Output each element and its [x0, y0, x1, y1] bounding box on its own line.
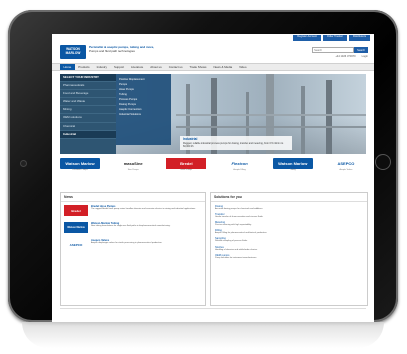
- website-screen: Register Account Order Tracker Distribut…: [52, 34, 374, 322]
- news-thumb: Watson Marlow: [64, 222, 88, 233]
- news-heading: News: [61, 193, 205, 202]
- industry-side-menu: SELECT YOUR INDUSTRY Pharmaceuticals Foo…: [60, 74, 116, 154]
- tablet-reflection: [22, 322, 384, 348]
- brand-watson-marlow-tubing: Watson Marlow: [272, 158, 313, 169]
- nav-about[interactable]: About us: [147, 64, 165, 70]
- brand-caption: Peristaltic Pumps: [72, 169, 88, 171]
- solution-text: Aseptic filling for pharmaceutical and b…: [215, 232, 267, 235]
- solutions-panel: Solutions for you Dosing Accurate dosing …: [210, 192, 368, 306]
- news-summary: Aseptic diaphragm valves for sterile pro…: [91, 242, 163, 244]
- solution-item[interactable]: Transfer Gentle transfer of shear-sensiti…: [211, 213, 367, 219]
- header-utility: +44 1326 370370 Login: [335, 55, 368, 58]
- solution-text: Accurate dosing pumps for chemicals and …: [215, 207, 263, 210]
- solution-item[interactable]: Sampling Reliable sampling of process flu…: [211, 237, 367, 243]
- tagline-line2: Pumps and fluid path technologies: [89, 48, 135, 53]
- news-item[interactable]: Watson Marlow Watson-Marlow Tubing New t…: [61, 219, 205, 236]
- side-item-pharma[interactable]: Pharmaceuticals: [60, 82, 116, 91]
- search-button[interactable]: Search: [354, 47, 368, 53]
- brand-logo[interactable]: masoSine Sine Pumps: [113, 158, 153, 184]
- solutions-heading: Solutions for you: [211, 193, 367, 202]
- solution-text: Pump solutions for instrument manufactur…: [215, 256, 257, 259]
- nav-trade-shows[interactable]: Trade Shows: [186, 64, 210, 70]
- side-item-mining[interactable]: Mining: [60, 106, 116, 115]
- top-utility-bar: Register Account Order Tracker Distribut…: [52, 34, 374, 41]
- camera-dot: [20, 160, 27, 167]
- brand-caption: Hose Pumps: [180, 169, 193, 171]
- side-item-oem[interactable]: OEM solutions: [60, 114, 116, 123]
- login-link[interactable]: Login: [362, 55, 368, 58]
- brand-logo[interactable]: Watson Marlow Tubing: [272, 158, 313, 184]
- brand-caption: Tubing: [289, 169, 296, 171]
- brand-caption: Aseptic Filling: [233, 169, 246, 171]
- industry-submenu: Positive Displacement Pumps Hose Pumps T…: [116, 74, 171, 145]
- search-input[interactable]: [312, 47, 355, 53]
- solution-item[interactable]: Filling Aseptic filling for pharmaceutica…: [211, 229, 367, 235]
- news-thumb: Bredel: [64, 205, 88, 216]
- search-box: Search: [312, 47, 368, 53]
- solution-item[interactable]: OEM pumps Pump solutions for instrument m…: [211, 254, 367, 260]
- brand-logo[interactable]: Watson Marlow Peristaltic Pumps: [60, 158, 100, 184]
- brand-flexicon: Flexicon: [231, 161, 248, 166]
- solution-text: Precise metering with high repeatability…: [215, 223, 252, 226]
- brand-watson-marlow: Watson Marlow: [60, 158, 100, 169]
- side-item-industrial[interactable]: Industrial: [60, 130, 116, 139]
- submenu-item[interactable]: Industrial Solutions: [116, 112, 171, 117]
- news-panel: News Bredel Bredel Hose Pumps The rugged…: [60, 192, 206, 306]
- hero-caption: Industrial Rugged, reliable industrial p…: [180, 136, 292, 150]
- hero-caption-text: Rugged, reliable industrial process pump…: [183, 142, 284, 148]
- brand-logo[interactable]: Flexicon Aseptic Filling: [220, 158, 260, 184]
- news-summary: The rugged Bredel hose pump series handl…: [91, 208, 196, 210]
- solution-text: Handling of abrasive and solids-laden sl…: [215, 248, 258, 251]
- company-logo[interactable]: WATSON MARLOW: [60, 45, 86, 59]
- solution-text: Reliable sampling of process fluids.: [215, 240, 248, 243]
- nav-industry[interactable]: Industry: [93, 64, 110, 70]
- brand-logo[interactable]: Bredel Hose Pumps: [166, 158, 207, 184]
- news-summary: New tubing formulations for single-use f…: [91, 225, 171, 227]
- nav-contact[interactable]: Contact us: [165, 64, 186, 70]
- brand-masosine: masoSine: [123, 161, 143, 166]
- news-item[interactable]: ASEPCO Asepco Valves Aseptic diaphragm v…: [61, 236, 205, 253]
- side-item-water[interactable]: Water and Waste: [60, 98, 116, 107]
- solution-item[interactable]: Metering Precise metering with high repea…: [211, 221, 367, 227]
- nav-video[interactable]: Video: [236, 64, 250, 70]
- tagline: Peristaltic & aseptic pumps, tubing and …: [89, 45, 169, 53]
- side-item-food[interactable]: Food and Beverage: [60, 90, 116, 99]
- solution-item[interactable]: Dosing Accurate dosing pumps for chemical…: [211, 205, 367, 211]
- solution-item[interactable]: Slurries Handling of abrasive and solids-…: [211, 246, 367, 252]
- brand-logo[interactable]: ASEPCO Aseptic Valves: [326, 158, 366, 184]
- hero-banner: SELECT YOUR INDUSTRY Pharmaceuticals Foo…: [60, 74, 366, 154]
- side-menu-heading: SELECT YOUR INDUSTRY: [60, 74, 116, 83]
- page-footer: [60, 308, 366, 313]
- tablet-frame: Register Account Order Tracker Distribut…: [8, 10, 398, 322]
- phone-number: +44 1326 370370: [335, 55, 356, 58]
- solution-text: Gentle transfer of shear-sensitive and v…: [215, 215, 264, 218]
- site-header: WATSON MARLOW Peristaltic & aseptic pump…: [52, 41, 374, 63]
- brand-asepco: ASEPCO: [337, 161, 355, 166]
- brand-strip: Watson Marlow Peristaltic Pumps masoSine…: [60, 158, 366, 184]
- brand-bredel: Bredel: [166, 158, 207, 169]
- home-button[interactable]: [375, 154, 391, 170]
- side-item-chemical[interactable]: Chemical: [60, 123, 116, 131]
- news-item[interactable]: Bredel Bredel Hose Pumps The rugged Bred…: [61, 202, 205, 219]
- main-nav: Home Products Industry Support Literatur…: [52, 63, 374, 71]
- nav-news[interactable]: News & Media: [210, 64, 236, 70]
- news-thumb: ASEPCO: [69, 242, 83, 247]
- brand-caption: Aseptic Valves: [339, 169, 353, 171]
- nav-products[interactable]: Products: [75, 64, 93, 70]
- brand-caption: Sine Pumps: [127, 169, 139, 171]
- nav-support[interactable]: Support: [110, 64, 127, 70]
- nav-literature[interactable]: Literature: [128, 64, 147, 70]
- nav-home[interactable]: Home: [60, 64, 75, 70]
